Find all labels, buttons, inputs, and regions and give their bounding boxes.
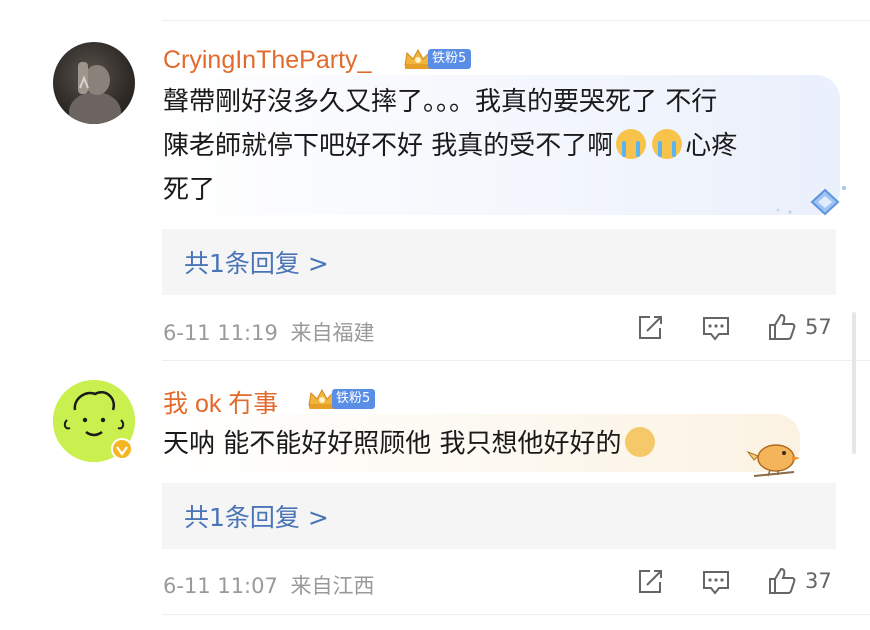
like-icon: [769, 567, 796, 594]
fan-badge[interactable]: 铁粉5: [306, 388, 376, 410]
share-icon: [639, 316, 662, 339]
timestamp: 6-11 11:19: [163, 321, 278, 345]
reply-box[interactable]: 共1条回复 >: [162, 229, 836, 295]
comment-item: 我 ok 冇事_ 铁粉5 天呐 能不能好好照顾他 我只想他好好的 共1条回复 >…: [0, 360, 870, 630]
comment-icon: [703, 317, 729, 341]
view-replies-link[interactable]: 共1条回复 >: [184, 244, 329, 280]
bird-icon: [746, 444, 800, 477]
sweat-smile-emoji-icon: [624, 427, 655, 457]
comment-meta: 6-11 11:19 来自福建: [163, 317, 375, 347]
location: 来自江西: [290, 574, 375, 598]
avatar[interactable]: [53, 42, 135, 124]
crying-emoji-icon: [652, 129, 683, 159]
fan-badge-label: 铁粉5: [428, 49, 472, 69]
username[interactable]: CryingInTheParty_: [163, 46, 371, 75]
diamond-sparkle-icon: [776, 186, 846, 216]
like-count: 37: [805, 569, 832, 593]
comment-text-line: 死了: [163, 175, 216, 205]
like-count: 57: [805, 315, 832, 339]
comment-icon: [703, 571, 729, 595]
like-icon: [769, 313, 796, 340]
comment-text-segment: 陳老師就停下吧好不好 我真的受不了啊: [163, 131, 614, 161]
verified-badge-icon: [111, 438, 133, 460]
comment-text-line: 聲帶剛好沒多久又摔了。。。我真的要哭死了 不行: [163, 87, 718, 117]
comment-text-segment: 天呐 能不能好好照顾他 我只想他好好的: [163, 429, 622, 459]
comment-text-line: 陳老師就停下吧好不好 我真的受不了啊 心疼: [163, 124, 737, 168]
share-button[interactable]: [636, 314, 664, 342]
comment-button[interactable]: [702, 568, 730, 596]
comment-text: 天呐 能不能好好照顾他 我只想他好好的: [163, 422, 658, 466]
fan-badge[interactable]: 铁粉5: [402, 48, 472, 70]
like-button[interactable]: 37: [767, 566, 832, 596]
reply-box[interactable]: 共1条回复 >: [162, 483, 836, 549]
scrollbar[interactable]: [852, 312, 856, 454]
comment-meta: 6-11 11:07 来自江西: [163, 570, 375, 600]
like-button[interactable]: 57: [767, 312, 832, 342]
share-icon: [639, 570, 662, 593]
location: 来自福建: [290, 321, 375, 345]
view-replies-link[interactable]: 共1条回复 >: [184, 498, 329, 534]
comment-button[interactable]: [702, 314, 730, 342]
crying-emoji-icon: [616, 129, 647, 159]
comment-item: CryingInTheParty_ 铁粉5 聲帶剛好沒多久又摔了。。。我真的要哭…: [0, 0, 870, 360]
fan-badge-label: 铁粉5: [332, 389, 376, 409]
comment-text: 聲帶剛好沒多久又摔了。。。我真的要哭死了 不行 陳老師就停下吧好不好 我真的受不…: [163, 80, 737, 212]
timestamp: 6-11 11:07: [163, 574, 278, 598]
avatar[interactable]: [53, 380, 135, 462]
bottom-divider: [162, 614, 870, 615]
share-button[interactable]: [636, 568, 664, 596]
comment-text-segment: 心疼: [685, 131, 738, 161]
